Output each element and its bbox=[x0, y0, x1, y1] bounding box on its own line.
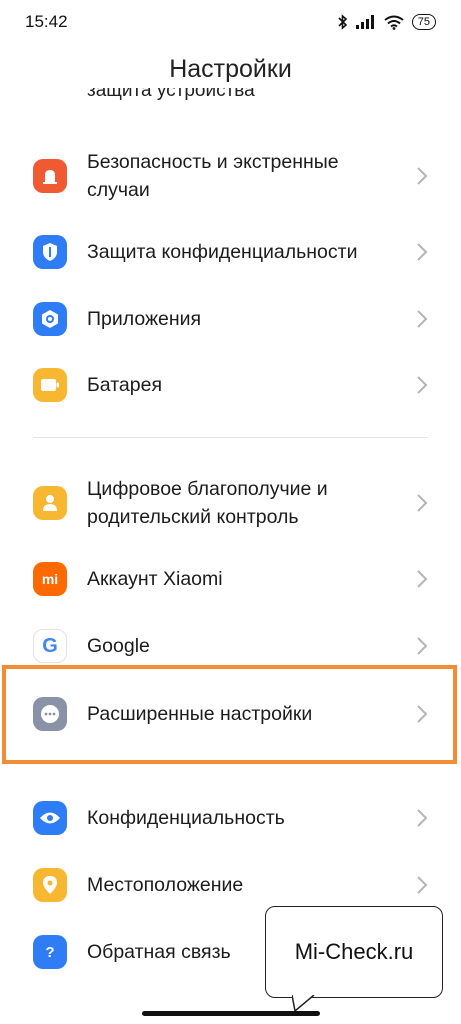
mi-icon: mi bbox=[33, 562, 67, 596]
chevron-right-icon bbox=[417, 570, 428, 588]
chevron-right-icon bbox=[417, 376, 428, 394]
gear-icon bbox=[33, 302, 67, 336]
feedback-icon: ? bbox=[33, 935, 67, 969]
wifi-icon bbox=[384, 15, 404, 30]
status-time: 15:42 bbox=[25, 12, 68, 31]
settings-item-label: Батарея bbox=[87, 374, 163, 396]
settings-item-google[interactable]: G Google bbox=[0, 629, 461, 663]
chevron-right-icon bbox=[417, 876, 428, 894]
highlight-frame bbox=[2, 665, 457, 764]
settings-item-privacy[interactable]: Конфиденциальность bbox=[0, 801, 461, 835]
person-icon bbox=[33, 486, 67, 520]
battery-indicator: 75 bbox=[411, 14, 436, 30]
status-bar: 15:42 75 bbox=[0, 0, 461, 44]
chevron-right-icon bbox=[417, 637, 428, 655]
status-icons: 75 bbox=[338, 14, 436, 30]
settings-item-label: Безопасность и экстренные случаи bbox=[87, 151, 339, 201]
settings-item-apps[interactable]: Приложения bbox=[0, 302, 461, 336]
shield-icon bbox=[33, 235, 67, 269]
watermark-text: Mi-Check.ru bbox=[294, 939, 414, 964]
settings-item-digital-wellbeing[interactable]: Цифровое благополучие и родительский кон… bbox=[0, 474, 461, 532]
watermark: Mi-Check.ru bbox=[265, 906, 443, 998]
settings-item-label: Приложения bbox=[87, 308, 202, 330]
section-divider bbox=[33, 437, 428, 438]
alarm-icon bbox=[33, 159, 67, 193]
page-title: Настройки bbox=[169, 55, 292, 83]
settings-item-label: Google bbox=[87, 635, 150, 657]
chevron-right-icon bbox=[417, 243, 428, 261]
settings-item-xiaomi-account[interactable]: mi Аккаунт Xiaomi bbox=[0, 562, 461, 596]
settings-item-battery[interactable]: Батарея bbox=[0, 368, 461, 402]
signal-icon bbox=[355, 15, 374, 29]
settings-item-privacy-protection[interactable]: Защита конфиденциальности bbox=[0, 235, 461, 269]
settings-item-security[interactable]: Безопасность и экстренные случаи bbox=[0, 146, 461, 206]
google-icon: G bbox=[33, 629, 67, 663]
location-pin-icon bbox=[33, 868, 67, 902]
battery-icon bbox=[33, 368, 67, 402]
eye-icon bbox=[33, 801, 67, 835]
settings-item-label: Конфиденциальность bbox=[87, 807, 285, 829]
settings-item-label: Аккаунт Xiaomi bbox=[87, 568, 223, 590]
chevron-right-icon bbox=[417, 167, 428, 185]
settings-item-label: Цифровое благополучие и родительский кон… bbox=[87, 478, 328, 528]
chevron-right-icon bbox=[417, 494, 428, 512]
chevron-right-icon bbox=[417, 310, 428, 328]
list-item-cut[interactable]: защита устройства bbox=[87, 88, 255, 106]
bluetooth-icon bbox=[338, 14, 347, 30]
settings-item-location[interactable]: Местоположение bbox=[0, 868, 461, 902]
list-item-label: защита устройства bbox=[87, 88, 255, 101]
home-indicator[interactable] bbox=[142, 1011, 320, 1016]
chevron-right-icon bbox=[417, 809, 428, 827]
settings-item-label: Местоположение bbox=[87, 874, 244, 896]
settings-item-label: Защита конфиденциальности bbox=[87, 241, 358, 263]
